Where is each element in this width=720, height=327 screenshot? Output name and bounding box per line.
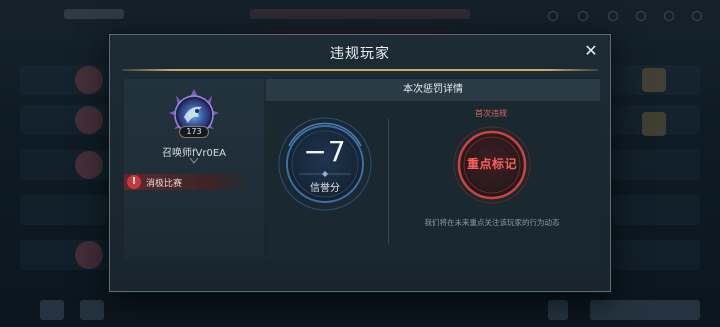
key-mark-note: 我们将在未来重点关注该玩家的行为动态 <box>424 218 560 227</box>
violation-type-tag: ! 消极比赛 <box>124 174 252 190</box>
first-violation-label: 首次违规 <box>475 109 507 118</box>
background-button <box>40 300 64 320</box>
penalty-detail-panel: 本次惩罚详情 −7 信誉分 首次违规 重点标记 我们将在未来重点关注该玩家的行为… <box>266 79 600 259</box>
dialog-title: 违规玩家 <box>330 46 390 62</box>
violation-type-label: 消极比赛 <box>146 179 183 189</box>
background-avatar <box>75 66 103 94</box>
close-icon[interactable]: ✕ <box>582 42 600 60</box>
title-divider <box>122 69 598 71</box>
warning-icon: ! <box>127 175 141 189</box>
background-button <box>548 300 568 320</box>
background-top-bar <box>0 0 720 30</box>
background-blurred-banner <box>250 9 470 19</box>
violation-player-dialog: 违规玩家 ✕ 173 召唤师fVr0EA ! 消极比赛 本次惩罚详情 −7 信誉… <box>109 34 611 292</box>
background-avatar <box>75 151 103 179</box>
background-blurred-text <box>64 9 124 19</box>
player-level-badge: 173 <box>179 126 209 138</box>
chevron-ornament-icon <box>190 158 198 164</box>
penalty-detail-header: 本次惩罚详情 <box>266 79 600 101</box>
background-icon <box>692 11 702 21</box>
background-icon <box>608 11 618 21</box>
background-button <box>80 300 104 320</box>
background-button <box>590 300 700 320</box>
background-avatar <box>75 106 103 134</box>
background-rank-icon <box>642 68 666 92</box>
credit-score-change: −7 <box>303 135 347 168</box>
background-avatar <box>75 241 103 269</box>
background-icon <box>578 11 588 21</box>
player-card: 173 召唤师fVr0EA ! 消极比赛 <box>124 79 264 259</box>
background-icon <box>664 11 674 21</box>
background-rank-icon <box>642 112 666 136</box>
key-mark-label: 重点标记 <box>466 157 517 171</box>
credit-score-label: 信誉分 <box>310 183 340 194</box>
background-icon <box>636 11 646 21</box>
background-icon <box>548 11 558 21</box>
player-name: 召唤师fVr0EA <box>162 148 226 159</box>
panel-divider <box>388 119 389 244</box>
background-bottom-bar <box>0 292 720 327</box>
